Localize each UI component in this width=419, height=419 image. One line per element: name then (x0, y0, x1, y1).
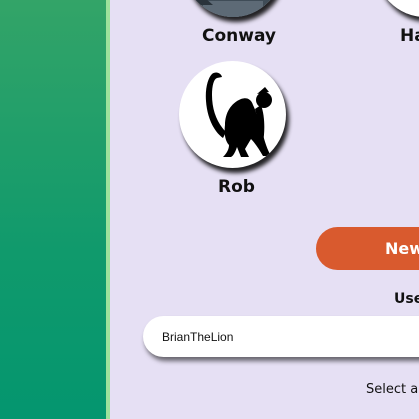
avatar-name: Ha (400, 26, 419, 46)
conway-avatar-icon (183, 0, 283, 17)
conway-avatar-graphic (195, 0, 271, 17)
app-root: Conway Ha Rob New (0, 0, 419, 419)
monkey-silhouette (205, 72, 272, 157)
avatar-name: Rob (218, 177, 255, 197)
username-input[interactable] (143, 316, 419, 357)
avatar-option-ha[interactable]: Ha (375, 0, 419, 50)
username-label: Use (394, 291, 419, 307)
avatar-option-rob[interactable]: Rob (179, 61, 294, 199)
monkey-icon (179, 61, 286, 168)
select-hint: Select a (366, 382, 419, 397)
partial-avatar-icon (375, 0, 419, 17)
side-panel-divider (106, 0, 110, 419)
side-panel (0, 0, 106, 419)
new-button[interactable]: New (316, 227, 419, 270)
avatar-option-conway[interactable]: Conway (183, 0, 293, 50)
avatar-name: Conway (202, 26, 276, 46)
